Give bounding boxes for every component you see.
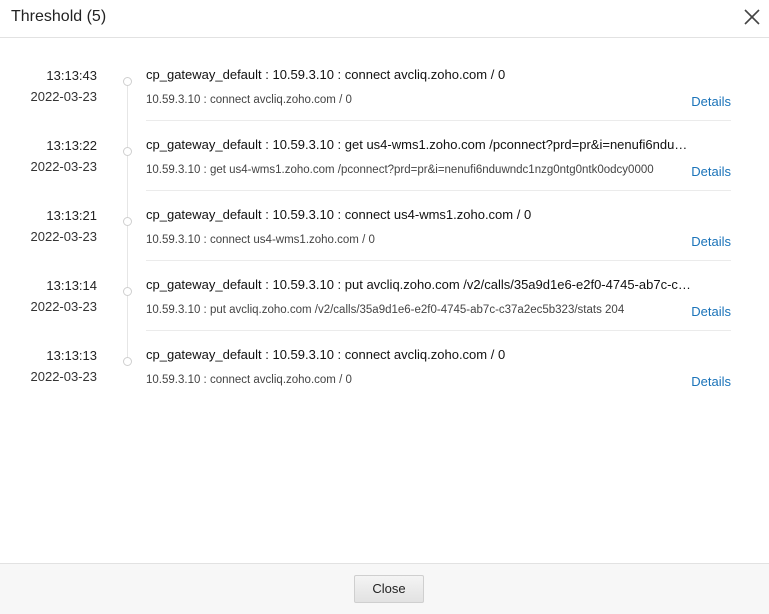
entry-message: cp_gateway_default : 10.59.3.10 : get us… xyxy=(146,137,691,152)
entry-date: 2022-03-23 xyxy=(30,229,98,244)
timeline-entry: 13:13:21 2022-03-23 cp_gateway_default :… xyxy=(0,178,769,261)
dialog-title: Threshold (5) xyxy=(11,8,107,25)
entry-detail: 10.59.3.10 : put avcliq.zoho.com /v2/cal… xyxy=(146,304,625,316)
entry-date: 2022-03-23 xyxy=(30,89,98,104)
entry-time: 13:13:14 xyxy=(46,278,97,293)
timeline-dot-icon xyxy=(123,77,132,86)
timeline-entry: 13:13:14 2022-03-23 cp_gateway_default :… xyxy=(0,248,769,331)
details-link[interactable]: Details xyxy=(691,374,731,389)
timeline-dot-icon xyxy=(123,147,132,156)
timeline-entry: 13:13:22 2022-03-23 cp_gateway_default :… xyxy=(0,108,769,191)
details-link[interactable]: Details xyxy=(691,94,731,109)
entry-message: cp_gateway_default : 10.59.3.10 : put av… xyxy=(146,277,691,292)
timeline-dot-icon xyxy=(123,287,132,296)
timeline-list: 13:13:43 2022-03-23 cp_gateway_default :… xyxy=(0,38,769,563)
dialog-header: Threshold (5) xyxy=(0,0,769,38)
entry-detail: 10.59.3.10 : connect avcliq.zoho.com / 0 xyxy=(146,94,352,106)
close-button[interactable]: Close xyxy=(354,575,424,603)
timeline-dot-icon xyxy=(123,217,132,226)
timeline-dot-icon xyxy=(123,357,132,366)
entry-time: 13:13:13 xyxy=(46,348,97,363)
entry-message: cp_gateway_default : 10.59.3.10 : connec… xyxy=(146,207,532,222)
entry-time: 13:13:21 xyxy=(46,208,97,223)
threshold-dialog: Threshold (5) 13:13:43 2022-03-23 cp_gat… xyxy=(0,0,769,614)
entry-detail: 10.59.3.10 : connect avcliq.zoho.com / 0 xyxy=(146,374,352,386)
details-link[interactable]: Details xyxy=(691,164,731,179)
details-link[interactable]: Details xyxy=(691,234,731,249)
close-icon[interactable] xyxy=(737,2,767,32)
entry-date: 2022-03-23 xyxy=(30,299,98,314)
entry-time: 13:13:43 xyxy=(46,68,97,83)
entry-detail: 10.59.3.10 : connect us4-wms1.zoho.com /… xyxy=(146,234,375,246)
entry-detail: 10.59.3.10 : get us4-wms1.zoho.com /pcon… xyxy=(146,164,654,176)
entry-date: 2022-03-23 xyxy=(30,369,98,384)
entry-time: 13:13:22 xyxy=(46,138,97,153)
dialog-footer: Close xyxy=(0,563,769,614)
entry-date: 2022-03-23 xyxy=(30,159,98,174)
timeline-entry: 13:13:13 2022-03-23 cp_gateway_default :… xyxy=(0,318,769,389)
details-link[interactable]: Details xyxy=(691,304,731,319)
timeline-entry: 13:13:43 2022-03-23 cp_gateway_default :… xyxy=(0,38,769,121)
entry-message: cp_gateway_default : 10.59.3.10 : connec… xyxy=(146,347,506,362)
entry-message: cp_gateway_default : 10.59.3.10 : connec… xyxy=(146,67,506,82)
